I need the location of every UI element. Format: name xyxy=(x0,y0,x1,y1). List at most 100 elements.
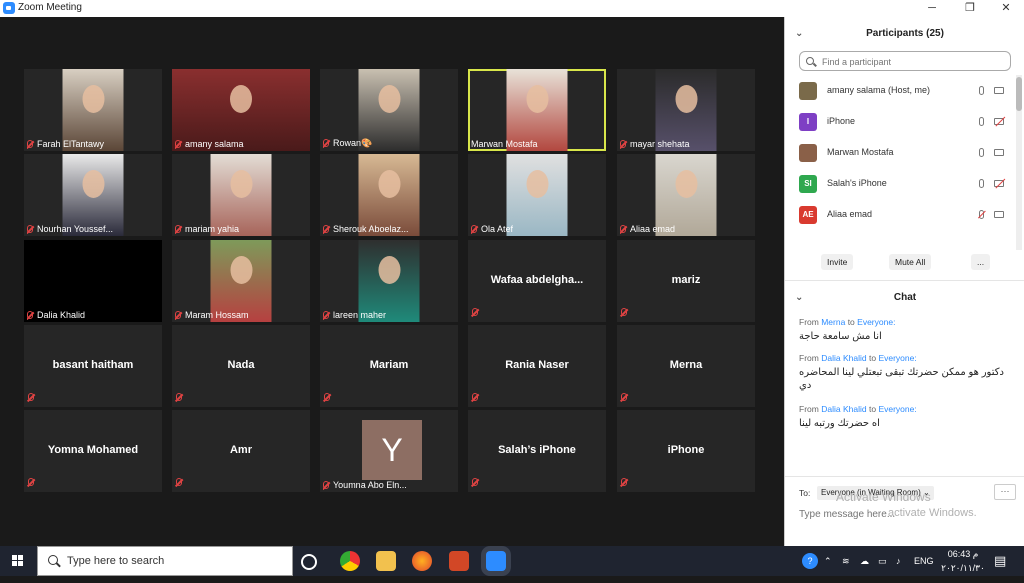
notifications-icon[interactable]: ▤ xyxy=(994,546,1006,576)
chat-message-text: دكتور هو ممكن حضرتك تبقى تبعتلي لينا الم… xyxy=(799,367,1004,391)
camera-icon[interactable] xyxy=(994,211,1004,218)
participant-tile[interactable]: mariz xyxy=(617,240,755,322)
chat-title: Chat xyxy=(893,292,917,303)
participant-name-center: Nada xyxy=(227,359,255,371)
participant-tile[interactable]: Sherouk Aboelaz... xyxy=(320,154,458,236)
participant-row[interactable]: amany salama (Host, me) xyxy=(785,76,1013,106)
chevron-up-icon[interactable]: ⌃ xyxy=(824,546,832,576)
powerpoint-icon[interactable] xyxy=(449,551,469,571)
chat-message: From Dalia Khalid to Everyone: دكتور هو م… xyxy=(799,353,1014,392)
minimize-button[interactable]: ─ xyxy=(914,0,950,17)
participant-tile[interactable]: basant haitham xyxy=(24,325,162,407)
participant-row[interactable]: Marwan Mostafa xyxy=(785,138,1013,168)
participant-face xyxy=(230,170,252,198)
participant-tile[interactable]: Merna xyxy=(617,325,755,407)
chat-sender[interactable]: Dalia Khalid xyxy=(821,404,866,414)
chat-recipient-select[interactable]: Everyone (in Waiting Room) ⌄ xyxy=(817,486,934,500)
participant-row[interactable]: AE Aliaa emad xyxy=(785,200,1013,230)
participant-face xyxy=(82,85,104,113)
task-view-icon[interactable] xyxy=(301,554,317,570)
participant-name: Sherouk Aboelaz... xyxy=(323,224,409,234)
mute-all-button[interactable]: Mute All xyxy=(889,254,932,270)
participant-search-input[interactable] xyxy=(820,54,1009,70)
participant-tile[interactable]: Mariam xyxy=(320,325,458,407)
muted-mic-icon[interactable] xyxy=(979,210,984,219)
camera-icon[interactable] xyxy=(994,87,1004,94)
chat-from-label: From xyxy=(799,317,819,327)
mic-icon[interactable] xyxy=(979,86,984,95)
chat-more-button[interactable]: ··· xyxy=(994,484,1016,500)
participant-face xyxy=(378,256,400,284)
start-button[interactable] xyxy=(0,546,36,576)
firefox-icon[interactable] xyxy=(412,551,432,571)
participant-name-center: Salah’s iPhone xyxy=(498,444,576,456)
participant-name-label: Youmna Abo Eln... xyxy=(333,480,407,490)
participant-tile[interactable]: amany salama xyxy=(172,69,310,151)
chat-recipient[interactable]: Everyone: xyxy=(878,404,916,414)
participant-tile[interactable]: Nourhan Youssef... xyxy=(24,154,162,236)
participants-more-button[interactable]: ... xyxy=(971,254,991,270)
file-explorer-icon[interactable] xyxy=(376,551,396,571)
tile-status xyxy=(621,472,631,490)
participant-tile[interactable]: Dalia Khalid xyxy=(24,240,162,322)
side-panel: ⌄ Participants (25) amany salama (Host, … xyxy=(784,17,1024,546)
zoom-taskbar-icon[interactable] xyxy=(486,551,506,571)
taskbar-search[interactable]: Type here to search xyxy=(37,546,293,576)
tile-status xyxy=(472,302,482,320)
maximize-button[interactable]: ❐ xyxy=(952,0,988,17)
close-button[interactable]: ✕ xyxy=(988,0,1024,17)
camera-icon[interactable] xyxy=(994,149,1004,156)
participant-tile[interactable]: Rania Naser xyxy=(468,325,606,407)
cloud-icon[interactable]: ☁ xyxy=(860,546,869,576)
participant-name-label: Farah ElTantawy xyxy=(37,139,105,149)
participant-tile[interactable]: Maram Hossam xyxy=(172,240,310,322)
participant-tile[interactable]: Nada xyxy=(172,325,310,407)
participant-tile[interactable]: Ola Atef xyxy=(468,154,606,236)
participant-tile[interactable]: Aliaa emad xyxy=(617,154,755,236)
chevron-down-icon[interactable]: ⌄ xyxy=(795,288,803,308)
participant-tile[interactable]: iPhone xyxy=(617,410,755,492)
help-icon[interactable]: ? xyxy=(802,553,818,569)
windows-icon xyxy=(12,555,24,567)
participant-scroll-thumb[interactable] xyxy=(1016,77,1022,111)
invite-button[interactable]: Invite xyxy=(821,254,854,270)
participant-tile[interactable]: Rowan🎨 xyxy=(320,69,458,151)
camera-off-icon[interactable] xyxy=(994,118,1004,125)
participant-tile[interactable]: Y Youmna Abo Eln... xyxy=(320,410,458,492)
participant-tile[interactable]: lareen maher xyxy=(320,240,458,322)
participant-row[interactable]: SI Salah's iPhone xyxy=(785,169,1013,199)
chrome-icon[interactable] xyxy=(340,551,360,571)
participant-tile[interactable]: mayar shehata xyxy=(617,69,755,151)
mic-icon[interactable] xyxy=(979,117,984,126)
battery-icon[interactable]: ▭ xyxy=(878,546,887,576)
chat-message: From Merna to Everyone: انا مش سامعة حاجة xyxy=(799,317,1014,343)
participant-tile[interactable]: Farah ElTantawy xyxy=(24,69,162,151)
video-gallery: Farah ElTantawy amany salama Rowan🎨 Marwan … xyxy=(0,17,784,546)
participant-search[interactable] xyxy=(799,51,1011,71)
mic-icon[interactable] xyxy=(979,148,984,157)
chat-sender[interactable]: Merna xyxy=(821,317,845,327)
chat-message-input[interactable] xyxy=(797,505,1016,523)
chat-recipient[interactable]: Everyone: xyxy=(878,353,916,363)
mic-icon[interactable] xyxy=(979,179,984,188)
participant-name: mayar shehata xyxy=(620,139,690,149)
volume-icon[interactable]: ♪ xyxy=(896,546,901,576)
participant-tile[interactable]: Yomna Mohamed xyxy=(24,410,162,492)
participant-tile[interactable]: mariam yahia xyxy=(172,154,310,236)
camera-off-icon[interactable] xyxy=(994,180,1004,187)
wifi-icon[interactable]: ≋ xyxy=(842,546,850,576)
participant-name-label: Nourhan Youssef... xyxy=(37,224,114,234)
participant-tile[interactable]: Wafaa abdelgha... xyxy=(468,240,606,322)
participant-name-label: Marwan Mostafa xyxy=(471,139,538,149)
clock-date[interactable]: ٢٠٢٠/١١/٣٠ xyxy=(940,553,986,583)
participant-row[interactable]: IiPhone xyxy=(785,107,1013,137)
chevron-down-icon[interactable]: ⌄ xyxy=(795,24,803,44)
participant-tile[interactable]: Marwan Mostafa xyxy=(468,69,606,151)
chat-sender[interactable]: Dalia Khalid xyxy=(821,353,866,363)
chat-recipient[interactable]: Everyone: xyxy=(857,317,895,327)
participant-tile[interactable]: Amr xyxy=(172,410,310,492)
muted-mic-icon xyxy=(621,393,627,401)
participant-name: amany salama (Host, me) xyxy=(827,85,931,95)
language-indicator[interactable]: ENG xyxy=(914,546,934,576)
participant-tile[interactable]: Salah’s iPhone xyxy=(468,410,606,492)
